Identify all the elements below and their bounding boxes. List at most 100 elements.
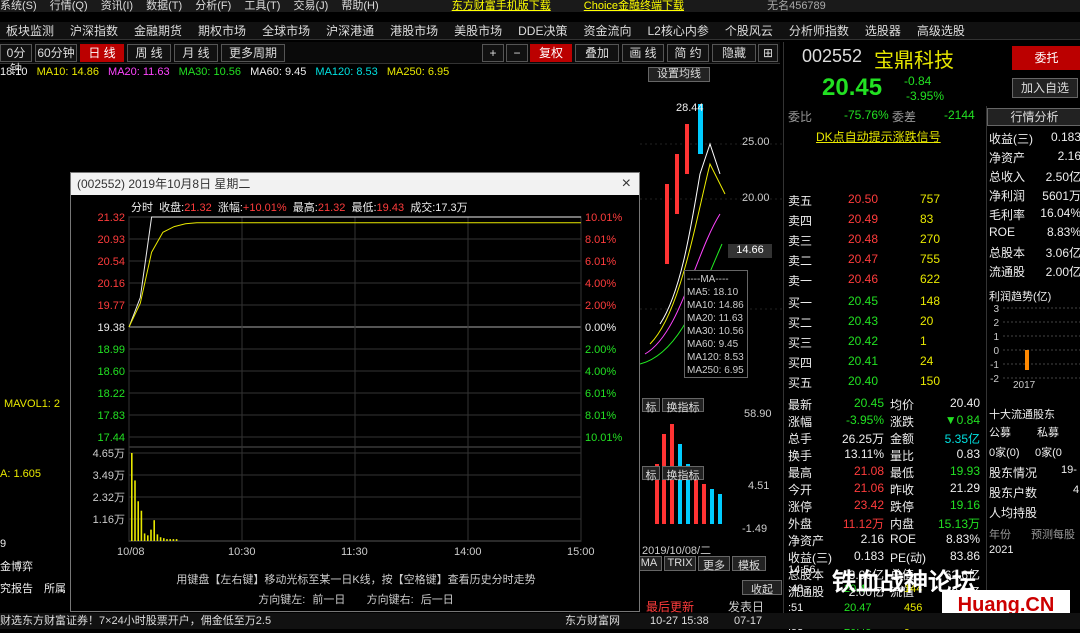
menu-quote[interactable]: 行情(Q): [50, 0, 88, 12]
nav-item[interactable]: 分析师指数: [783, 22, 859, 39]
menu-choice-link[interactable]: Choice金融终端下载: [584, 0, 684, 12]
nav-item[interactable]: 高级选股: [911, 22, 975, 39]
entrust-button[interactable]: 委托: [1012, 46, 1080, 70]
ask-level-label: 卖三: [788, 234, 813, 248]
status-site[interactable]: 东方财富网: [565, 613, 620, 629]
year-2021: 2021: [989, 544, 1014, 556]
ask-price[interactable]: 20.48: [848, 232, 878, 246]
ask-price[interactable]: 20.47: [848, 252, 878, 266]
menu-system[interactable]: 系统(S): [0, 0, 37, 12]
status-ad[interactable]: 财选东方财富证券！7×24小时股票开户，佣金低至万2.5: [0, 615, 271, 627]
bid-price[interactable]: 20.41: [848, 354, 878, 368]
nav-item[interactable]: 沪深港通: [320, 22, 384, 39]
trix-tab[interactable]: TRIX: [664, 556, 696, 571]
bid-price[interactable]: 20.45: [848, 294, 878, 308]
vol-axis-label: 58.90: [744, 408, 772, 420]
period-more-button[interactable]: 更多周期: [221, 44, 285, 62]
ma10-value: MA10: 14.86: [36, 66, 99, 78]
ma-settings-button[interactable]: 设置均线: [648, 67, 710, 82]
period-month-button[interactable]: 月 线: [174, 44, 218, 62]
menu-tools[interactable]: 工具(T): [244, 0, 280, 12]
ma-legend-row: MA250: 6.95: [687, 365, 744, 376]
period-min-button[interactable]: 0分钟: [0, 44, 32, 76]
switch-indicator-button[interactable]: 换指标: [662, 398, 704, 414]
holders-tab-gm[interactable]: 公募: [989, 424, 1011, 440]
ask-price[interactable]: 20.49: [848, 212, 878, 226]
mavol-label: MAVOL1: 2: [4, 398, 61, 410]
nav-item[interactable]: 资金流向: [577, 22, 641, 39]
macd-axis-top: 4.51: [748, 480, 770, 492]
ma60-value: MA60: 9.45: [250, 66, 307, 78]
bid-level-label: 买四: [788, 356, 813, 370]
a-value-label: A: 1.605: [0, 468, 41, 480]
analysis-value: 2.00亿: [1045, 265, 1080, 279]
holders-tab-sm[interactable]: 私募: [1037, 424, 1059, 440]
add-watchlist-button[interactable]: 加入自选: [1012, 78, 1078, 98]
prev-day-hint: 方向键左: 前一日: [258, 594, 346, 606]
zoom-out-button[interactable]: −: [506, 44, 528, 62]
stock-price: 20.45: [822, 74, 883, 101]
stat-label: 内盘: [890, 517, 915, 531]
nav-item[interactable]: 金融期货: [128, 22, 192, 39]
nav-item[interactable]: 选股器: [859, 22, 911, 39]
menu-analysis[interactable]: 分析(F): [195, 0, 231, 12]
adjust-button[interactable]: 复权: [530, 44, 572, 62]
nav-item[interactable]: 板块监测: [0, 22, 64, 39]
hide-button[interactable]: 隐藏: [712, 44, 756, 62]
bid-price[interactable]: 20.40: [848, 374, 878, 388]
nav-item[interactable]: 个股风云: [719, 22, 783, 39]
nav-item[interactable]: 港股市场: [384, 22, 448, 39]
indicator-tab[interactable]: 标: [642, 398, 660, 414]
period-60min-button[interactable]: 60分钟: [35, 44, 77, 62]
analysis-value: 2.16: [1057, 149, 1080, 163]
stock-change: -0.84: [904, 74, 932, 88]
nav-item[interactable]: 期权市场: [192, 22, 256, 39]
stock-change-pct: -3.95%: [906, 89, 945, 103]
volume-bar: [159, 537, 162, 541]
nav-item[interactable]: DDE决策: [512, 22, 577, 39]
menu-data[interactable]: 数据(T): [146, 0, 182, 12]
nav-item[interactable]: 沪深指数: [64, 22, 128, 39]
menu-mobile-link[interactable]: 东方财富手机版下载: [452, 0, 551, 12]
ask-price[interactable]: 20.50: [848, 192, 878, 206]
left-tab-jinboyi[interactable]: 金博弈: [0, 558, 33, 574]
left-tab-belong[interactable]: 所属: [44, 580, 66, 596]
menu-help[interactable]: 帮助(H): [341, 0, 378, 12]
switch-indicator-button-2[interactable]: 换指标: [662, 466, 704, 482]
nav-item[interactable]: L2核心内参: [641, 22, 718, 39]
draw-line-button[interactable]: 画 线: [622, 44, 664, 62]
left-tab-report[interactable]: 究报告: [0, 580, 33, 596]
period-week-button[interactable]: 周 线: [127, 44, 171, 62]
collapse-button[interactable]: 收起: [742, 580, 782, 596]
kline-y-25: 25.00: [742, 136, 770, 148]
bid-price[interactable]: 20.42: [848, 334, 878, 348]
ma-legend-row: MA60: 9.45: [687, 339, 739, 350]
grid-icon[interactable]: ⊞: [758, 44, 778, 62]
stat-value: 19.16: [949, 498, 980, 512]
intraday-chart[interactable]: 21.32 10.01% 20.93 8.01% 20.54 6.01% 20.16 4.00…: [71, 173, 641, 613]
stat-label: 涨跌: [890, 415, 915, 429]
analysis-tab[interactable]: 行情分析: [987, 108, 1080, 126]
time-tick-label: 11:30: [341, 546, 368, 558]
ma-legend-row: MA30: 10.56: [687, 326, 744, 337]
zoom-in-button[interactable]: +: [482, 44, 504, 62]
indicator-tab-2[interactable]: 标: [642, 466, 660, 482]
more-tab[interactable]: 更多: [698, 556, 730, 572]
nav-item[interactable]: 美股市场: [448, 22, 512, 39]
analysis-key: ROE: [989, 225, 1016, 239]
ask-price[interactable]: 20.46: [848, 272, 878, 286]
stat-label: 净资产: [788, 534, 825, 548]
nav-item[interactable]: 全球市场: [256, 22, 320, 39]
menu-trade[interactable]: 交易(J): [293, 0, 328, 12]
template-tab[interactable]: 模板: [732, 556, 766, 572]
simple-button[interactable]: 简 约: [667, 44, 709, 62]
menu-info[interactable]: 资讯(I): [101, 0, 133, 12]
dk-signal-link[interactable]: DK点自动提示涨跌信号: [816, 128, 941, 145]
volume-bar: [156, 534, 159, 541]
volume-bar: [166, 539, 168, 541]
period-day-button[interactable]: 日 线: [80, 44, 124, 62]
bid-price[interactable]: 20.43: [848, 314, 878, 328]
overlay-button[interactable]: 叠加: [575, 44, 619, 62]
status-date: 07-17: [734, 615, 763, 627]
analysis-value: 16.04%: [1040, 206, 1080, 220]
